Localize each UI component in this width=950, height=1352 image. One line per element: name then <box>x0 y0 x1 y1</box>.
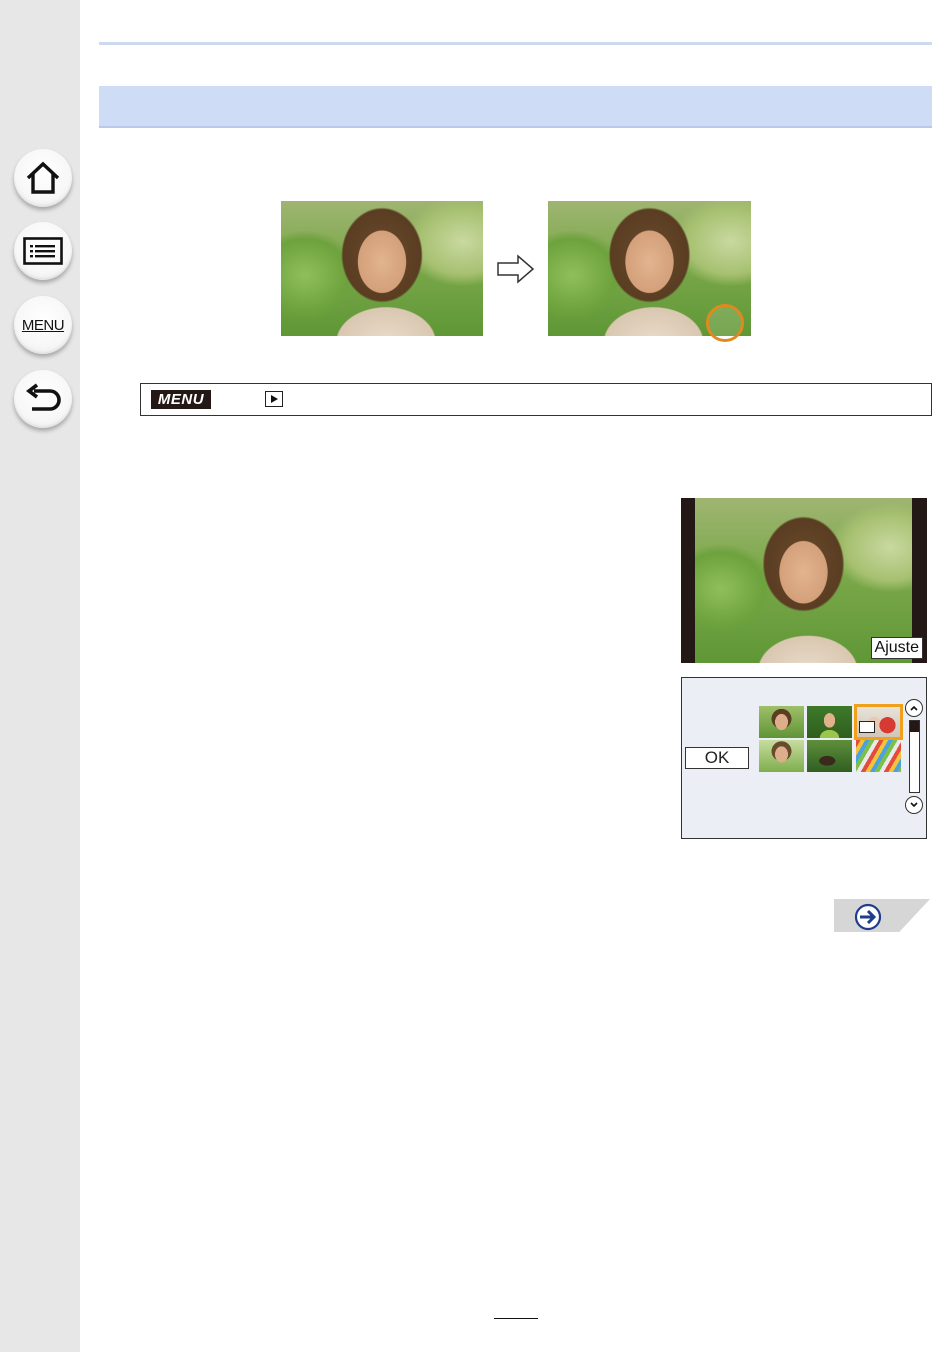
menu-badge: MENU <box>151 390 211 409</box>
section-heading-band <box>99 86 932 128</box>
camera-preview-screen: Ajuste <box>681 498 927 663</box>
scrollbar-track[interactable] <box>909 720 920 793</box>
contents-button[interactable] <box>14 222 72 280</box>
thumbnail-5[interactable] <box>807 740 852 772</box>
header-rule <box>99 42 932 45</box>
scrollbar-thumb[interactable] <box>910 721 919 732</box>
playback-icon <box>265 391 283 407</box>
chevron-down-icon <box>910 802 918 808</box>
thumbnail-4[interactable] <box>759 740 804 772</box>
thumbnail-2[interactable] <box>807 706 852 738</box>
chevron-up-icon <box>910 705 918 711</box>
camera-selection-screen: OK <box>681 677 927 839</box>
home-button[interactable] <box>14 149 72 207</box>
page-number <box>494 1300 538 1319</box>
sidebar-divider <box>80 0 88 1352</box>
frame-icon <box>859 721 875 733</box>
back-arrow-icon <box>26 383 61 411</box>
menu-path-bar: MENU <box>140 383 932 416</box>
marker-circle <box>706 304 744 342</box>
next-page-arrow-icon[interactable] <box>854 903 882 931</box>
list-icon <box>23 237 63 265</box>
home-icon <box>26 161 60 194</box>
set-button[interactable]: Ajuste <box>870 637 923 659</box>
right-arrow-icon <box>497 254 535 284</box>
back-button[interactable] <box>14 370 72 428</box>
before-photo <box>281 201 483 336</box>
scroll-down-button[interactable] <box>905 796 923 814</box>
next-page-tab[interactable] <box>834 899 930 932</box>
menu-label: MENU <box>21 316 65 334</box>
thumbnail-3-selected[interactable] <box>854 704 903 740</box>
ok-button[interactable]: OK <box>685 747 749 769</box>
after-photo <box>548 201 751 342</box>
scroll-up-button[interactable] <box>905 699 923 717</box>
thumbnail-1[interactable] <box>759 706 804 738</box>
thumbnail-6[interactable] <box>856 740 901 772</box>
menu-button[interactable]: MENU <box>14 296 72 354</box>
